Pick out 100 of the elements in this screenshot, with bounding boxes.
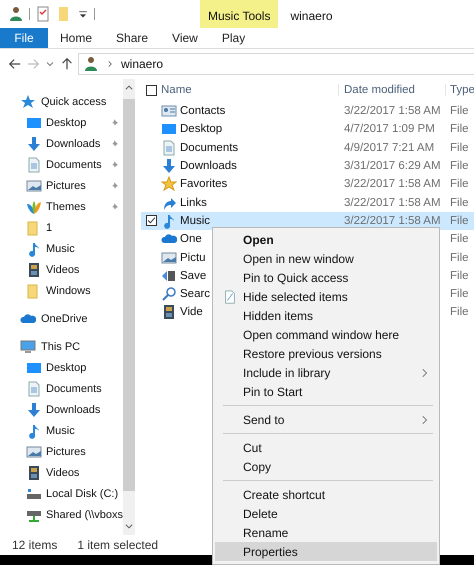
sidebar-item[interactable]: Themes bbox=[46, 200, 107, 212]
file-name[interactable]: Desktop bbox=[180, 123, 222, 136]
down-arrow-icon bbox=[161, 158, 177, 174]
check-icon bbox=[146, 216, 156, 226]
status-text: 1 item selected bbox=[77, 538, 158, 552]
file-name[interactable]: One bbox=[180, 233, 202, 246]
file-name[interactable]: Vide bbox=[180, 306, 203, 318]
file-name[interactable]: Music bbox=[180, 214, 210, 227]
sidebar-item[interactable]: Pictures bbox=[46, 180, 107, 192]
sidebar-item[interactable]: Downloads bbox=[46, 138, 107, 150]
sidebar-item[interactable]: Desktop bbox=[46, 362, 121, 374]
sidebar-item[interactable]: Shared (\\vboxs bbox=[46, 508, 123, 520]
sidebar-item[interactable]: Desktop bbox=[46, 116, 107, 128]
star-icon bbox=[20, 94, 36, 110]
type-text: File bbox=[450, 252, 469, 264]
file-name[interactable]: Searc bbox=[180, 288, 210, 300]
type-text: File bbox=[450, 270, 469, 282]
type-text: File bbox=[450, 123, 469, 136]
sidebar-item[interactable]: Documents bbox=[46, 382, 121, 394]
scrollbar-thumb[interactable] bbox=[123, 99, 135, 491]
file-name[interactable]: Favorites bbox=[180, 178, 228, 190]
sidebar-item[interactable]: This PC bbox=[41, 340, 121, 352]
film-icon bbox=[161, 304, 177, 320]
colorful-leaves-icon bbox=[26, 198, 42, 214]
picture-icon bbox=[161, 250, 177, 266]
sidebar-item[interactable]: Downloads bbox=[46, 404, 121, 416]
document-icon bbox=[26, 380, 42, 396]
sidebar-item[interactable]: Music bbox=[46, 242, 121, 254]
menu-item[interactable]: Delete bbox=[215, 504, 437, 523]
type-text: File bbox=[450, 288, 469, 300]
sidebar-item[interactable]: Videos bbox=[46, 466, 121, 478]
down-arrow-icon bbox=[26, 402, 42, 418]
ribbon-tab[interactable]: Share bbox=[104, 28, 160, 48]
breadcrumb[interactable]: winaero bbox=[121, 57, 164, 71]
menu-item[interactable]: Open command window here bbox=[215, 325, 437, 344]
menu-item[interactable]: Cut bbox=[215, 438, 437, 457]
up-arrow-icon[interactable] bbox=[60, 57, 74, 71]
menu-item[interactable]: Properties bbox=[215, 542, 437, 561]
user-icon bbox=[83, 56, 99, 72]
file-name[interactable]: Documents bbox=[180, 142, 238, 154]
column-header[interactable]: Name bbox=[161, 84, 338, 96]
sidebar-item[interactable]: Videos bbox=[46, 264, 121, 276]
document-icon bbox=[161, 140, 177, 156]
row-checkbox[interactable] bbox=[146, 215, 156, 226]
date-text: 4/9/2017 7:21 AM bbox=[344, 142, 434, 154]
menu-item[interactable]: Hide selected items bbox=[215, 287, 437, 306]
document-icon bbox=[26, 156, 42, 172]
type-text: File bbox=[450, 160, 469, 172]
column-header[interactable]: Date modified bbox=[338, 84, 445, 96]
menu-item[interactable]: Include in library bbox=[215, 363, 437, 382]
ribbon-tab[interactable]: Play bbox=[210, 28, 258, 48]
file-name[interactable]: Pictu bbox=[180, 252, 206, 264]
film-icon bbox=[26, 464, 42, 480]
file-name[interactable]: Save bbox=[180, 270, 206, 282]
sidebar-item[interactable]: Music bbox=[46, 424, 121, 436]
menu-item[interactable]: Restore previous versions bbox=[215, 344, 437, 363]
type-text: File bbox=[450, 214, 469, 227]
sidebar-item[interactable]: 1 bbox=[46, 222, 121, 234]
user-icon[interactable] bbox=[8, 6, 24, 22]
status-text: 12 items bbox=[12, 538, 58, 552]
ribbon-tab[interactable]: View bbox=[160, 28, 210, 48]
down-arrow-icon bbox=[26, 136, 42, 152]
sidebar-item[interactable]: Documents bbox=[46, 158, 107, 170]
back-icon[interactable] bbox=[8, 57, 22, 71]
menu-item[interactable]: Open bbox=[215, 230, 437, 249]
date-text: 3/22/2017 1:58 AM bbox=[344, 214, 441, 227]
menu-item[interactable]: Send to bbox=[215, 410, 437, 429]
document-icon bbox=[223, 290, 237, 304]
computer-icon bbox=[20, 338, 36, 354]
type-text: File bbox=[450, 306, 469, 318]
file-name[interactable]: Links bbox=[180, 196, 207, 209]
menu-item[interactable]: Pin to Quick access bbox=[215, 268, 437, 287]
file-tab[interactable]: File bbox=[0, 28, 48, 48]
date-text: 3/22/2017 1:58 AM bbox=[344, 105, 441, 118]
address-bar[interactable]: winaero bbox=[78, 53, 474, 75]
menu-item[interactable]: Open in new window bbox=[215, 249, 437, 268]
file-name[interactable]: Contacts bbox=[180, 105, 226, 118]
date-text: 3/22/2017 1:58 AM bbox=[344, 178, 441, 190]
menu-item[interactable]: Create shortcut bbox=[215, 485, 437, 504]
film-icon bbox=[26, 262, 42, 278]
menu-item[interactable]: Rename bbox=[215, 523, 437, 542]
file-name[interactable]: Downloads bbox=[180, 160, 237, 172]
search-icon bbox=[161, 286, 177, 302]
sidebar-item[interactable]: Windows bbox=[46, 284, 121, 296]
window-title: winaero bbox=[289, 8, 332, 25]
sidebar-item[interactable]: Local Disk (C:) bbox=[46, 488, 121, 500]
picture-icon bbox=[26, 444, 42, 460]
sidebar-item[interactable]: OneDrive bbox=[41, 312, 121, 324]
type-text: File bbox=[450, 196, 469, 209]
select-all-checkbox[interactable] bbox=[146, 84, 156, 96]
menu-item[interactable]: Hidden items bbox=[215, 306, 437, 325]
menu-item[interactable]: Copy bbox=[215, 457, 437, 476]
menu-item[interactable]: Pin to Start bbox=[215, 382, 437, 401]
ribbon-tab[interactable]: Home bbox=[48, 28, 104, 48]
properties-icon[interactable] bbox=[35, 6, 51, 22]
type-text: File bbox=[450, 178, 469, 190]
date-text: 4/7/2017 1:09 PM bbox=[344, 123, 435, 136]
type-text: File bbox=[450, 233, 469, 246]
sidebar-item[interactable]: Quick access bbox=[41, 96, 121, 108]
sidebar-item[interactable]: Pictures bbox=[46, 446, 121, 458]
